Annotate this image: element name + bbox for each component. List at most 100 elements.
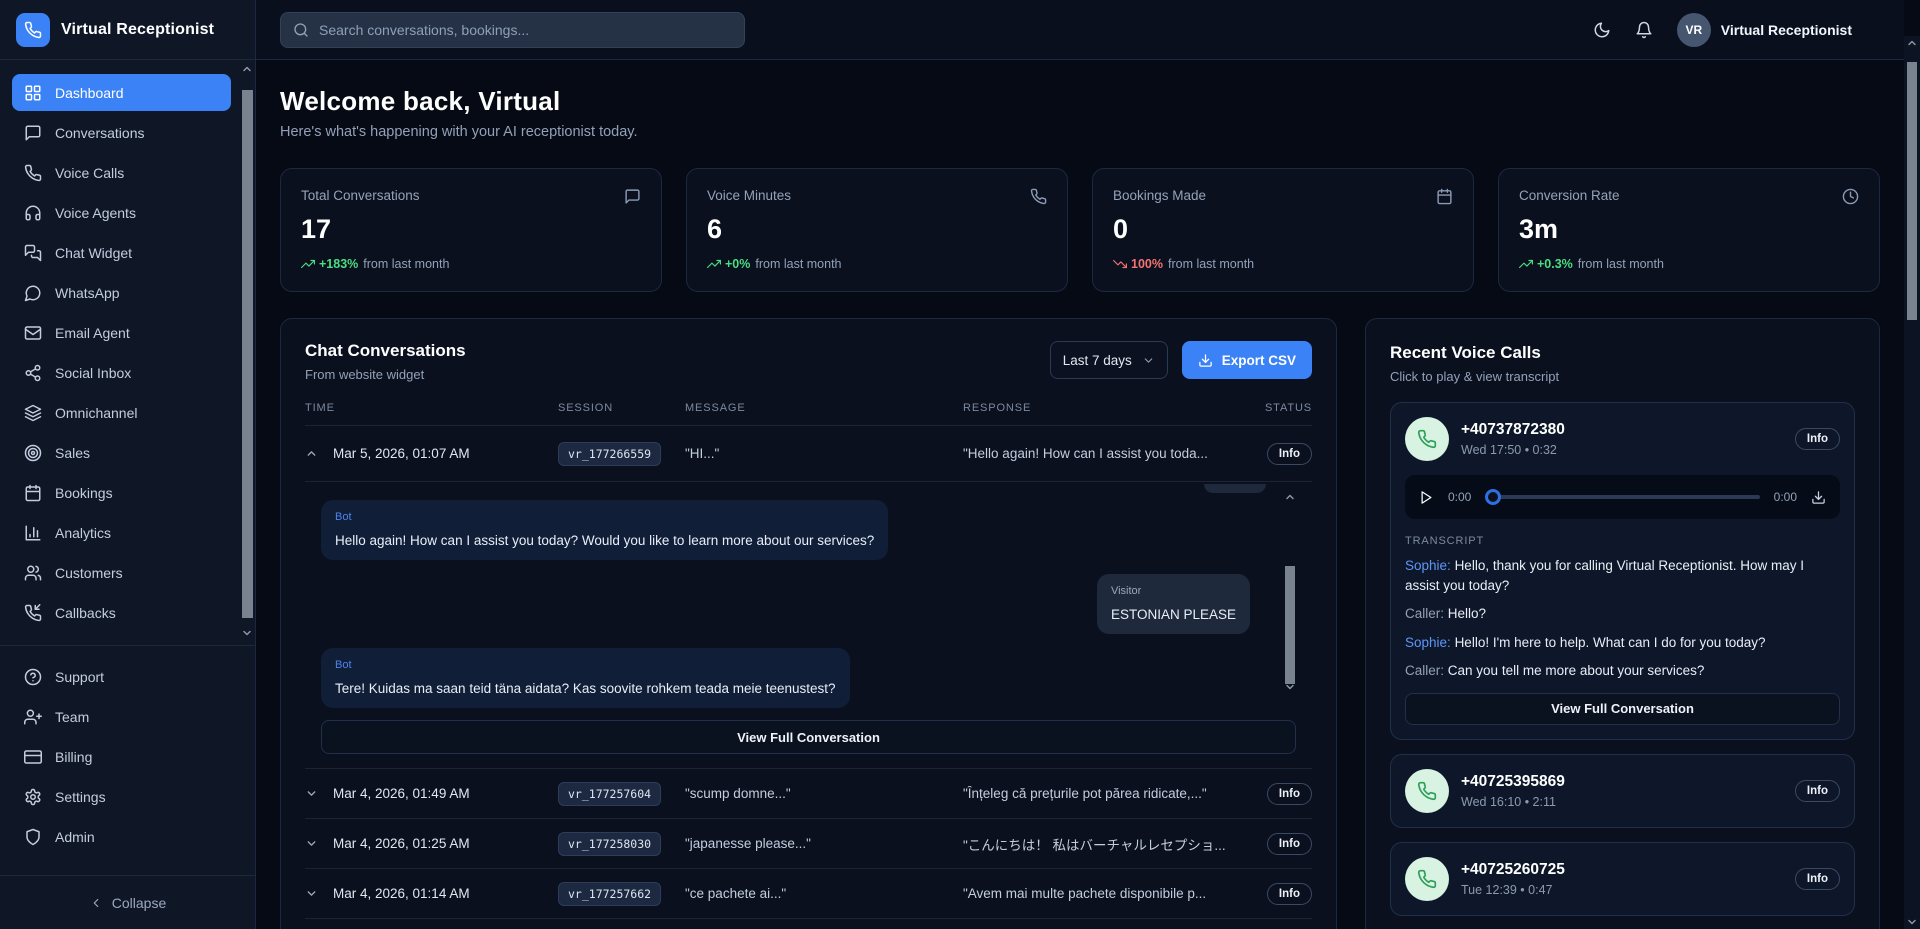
stat-delta-note: from last month: [363, 257, 449, 271]
sidebar-scroll-track[interactable]: [239, 76, 255, 626]
sidebar-item-conversations[interactable]: Conversations: [12, 114, 231, 151]
info-badge[interactable]: Info: [1795, 428, 1840, 450]
stat-value: 0: [1113, 214, 1453, 245]
sidebar-item-label: Omnichannel: [55, 405, 138, 421]
seek-track[interactable]: [1491, 495, 1759, 499]
voice-call-card[interactable]: +40725395869 Wed 16:10 • 2:11 Info: [1390, 754, 1855, 828]
sidebar-item-analytics[interactable]: Analytics: [12, 514, 231, 551]
scroll-up-icon[interactable]: [1284, 490, 1296, 504]
sidebar-item-voice-calls[interactable]: Voice Calls: [12, 154, 231, 191]
conversation-scroll-track[interactable]: [1282, 504, 1298, 680]
elapsed-time: 0:00: [1448, 490, 1471, 504]
export-csv-button[interactable]: Export CSV: [1182, 341, 1312, 379]
sidebar-item-bookings[interactable]: Bookings: [12, 474, 231, 511]
scroll-up-icon[interactable]: [241, 62, 253, 76]
conversation-scroll-thumb[interactable]: [1285, 566, 1295, 684]
sidebar-item-label: Voice Calls: [55, 165, 124, 181]
share-icon: [24, 364, 42, 382]
download-recording-button[interactable]: [1811, 490, 1826, 505]
previous-bubble-sliver: [1204, 484, 1266, 493]
sidebar-item-admin[interactable]: Admin: [12, 818, 231, 855]
chevron-down-icon[interactable]: [305, 887, 318, 900]
download-icon: [1811, 490, 1826, 505]
row-message: "japanesse please...": [685, 836, 963, 851]
call-number: +40725260725: [1461, 861, 1565, 878]
info-badge[interactable]: Info: [1267, 833, 1312, 855]
sidebar-item-callbacks[interactable]: Callbacks: [12, 594, 231, 631]
sidebar-scroll-thumb[interactable]: [242, 90, 253, 618]
calendar-icon: [1436, 188, 1453, 205]
search-box: [280, 12, 745, 48]
voice-call-card[interactable]: +40725260725 Tue 12:39 • 0:47 Info: [1390, 842, 1855, 916]
row-message: "scump domne...": [685, 786, 963, 801]
info-badge[interactable]: Info: [1267, 783, 1312, 805]
sidebar-item-sales[interactable]: Sales: [12, 434, 231, 471]
info-badge[interactable]: Info: [1795, 780, 1840, 802]
table-row-partial[interactable]: [305, 919, 1312, 929]
conversation-scrollbar[interactable]: [1282, 490, 1298, 694]
sidebar-item-social-inbox[interactable]: Social Inbox: [12, 354, 231, 391]
scroll-down-icon[interactable]: [1906, 915, 1918, 929]
info-badge[interactable]: Info: [1267, 443, 1312, 465]
info-badge[interactable]: Info: [1795, 868, 1840, 890]
search-input[interactable]: [319, 22, 732, 38]
sidebar-item-billing[interactable]: Billing: [12, 738, 231, 775]
stat-card-total-conversations: Total Conversations 17 +183% from last m…: [280, 168, 662, 292]
sidebar-item-email-agent[interactable]: Email Agent: [12, 314, 231, 351]
transcript-line: Sophie: Hello! I'm here to help. What ca…: [1405, 633, 1840, 653]
speaker-label: Sophie:: [1405, 558, 1451, 573]
chevron-down-icon[interactable]: [305, 787, 318, 800]
voice-call-card[interactable]: +40737872380 Wed 17:50 • 0:32 Info 0:00: [1390, 402, 1855, 740]
table-header: TIME SESSION MESSAGE RESPONSE STATUS: [305, 382, 1312, 426]
speaker-label: Sophie:: [1405, 635, 1451, 650]
chevron-down-icon[interactable]: [305, 837, 318, 850]
expanded-conversation: Bot Hello again! How can I assist you to…: [305, 482, 1312, 769]
page-scroll-track[interactable]: [1904, 50, 1920, 915]
trend-up-icon: [1519, 257, 1533, 271]
notifications-button[interactable]: [1635, 21, 1653, 39]
sidebar-item-voice-agents[interactable]: Voice Agents: [12, 194, 231, 231]
user-menu[interactable]: VR Virtual Receptionist: [1677, 13, 1852, 47]
table-row[interactable]: Mar 4, 2026, 01:49 AM vr_177257604 "scum…: [305, 769, 1312, 819]
seek-slider[interactable]: [1485, 489, 1759, 505]
trend-down-icon: [1113, 257, 1127, 271]
sidebar-item-label: Callbacks: [55, 605, 116, 621]
sidebar-item-dashboard[interactable]: Dashboard: [12, 74, 231, 111]
gear-icon: [24, 788, 42, 806]
sidebar-item-whatsapp[interactable]: WhatsApp: [12, 274, 231, 311]
brand-header: Virtual Receptionist: [0, 0, 255, 60]
sidebar-item-support[interactable]: Support: [12, 658, 231, 695]
view-full-conversation-button[interactable]: View Full Conversation: [321, 720, 1296, 754]
play-button[interactable]: [1419, 490, 1434, 505]
sidebar-collapse-button[interactable]: Collapse: [0, 875, 255, 929]
table-row[interactable]: Mar 5, 2026, 01:07 AM vr_177266559 "HI..…: [305, 426, 1312, 482]
seek-handle[interactable]: [1485, 489, 1501, 505]
dashboard-content: Welcome back, Virtual Here's what's happ…: [256, 60, 1904, 929]
table-row[interactable]: Mar 4, 2026, 01:14 AM vr_177257662 "ce p…: [305, 869, 1312, 919]
sidebar-item-label: Settings: [55, 789, 106, 805]
page-scrollbar[interactable]: [1904, 36, 1920, 929]
help-circle-icon: [24, 668, 42, 686]
sidebar-item-label: Conversations: [55, 125, 145, 141]
call-meta: Wed 17:50 • 0:32: [1461, 443, 1565, 457]
sidebar-item-omnichannel[interactable]: Omnichannel: [12, 394, 231, 431]
sidebar-item-customers[interactable]: Customers: [12, 554, 231, 591]
dark-mode-toggle[interactable]: [1593, 21, 1611, 39]
sidebar-item-chat-widget[interactable]: Chat Widget: [12, 234, 231, 271]
user-plus-icon: [24, 708, 42, 726]
sidebar-scrollbar[interactable]: [239, 62, 255, 640]
recent-voice-calls-panel: Recent Voice Calls Click to play & view …: [1365, 318, 1880, 929]
message-square-icon: [624, 188, 641, 205]
scroll-down-icon[interactable]: [241, 626, 253, 640]
scroll-up-icon[interactable]: [1906, 36, 1918, 50]
sidebar-item-settings[interactable]: Settings: [12, 778, 231, 815]
view-full-conversation-button[interactable]: View Full Conversation: [1405, 693, 1840, 725]
sidebar-item-team[interactable]: Team: [12, 698, 231, 735]
stat-value: 3m: [1519, 214, 1859, 245]
page-scroll-thumb[interactable]: [1907, 62, 1917, 320]
date-range-select[interactable]: Last 7 days: [1050, 341, 1168, 379]
sidebar-item-label: Team: [55, 709, 89, 725]
chevron-up-icon[interactable]: [305, 447, 318, 460]
table-row[interactable]: Mar 4, 2026, 01:25 AM vr_177258030 "japa…: [305, 819, 1312, 869]
info-badge[interactable]: Info: [1267, 883, 1312, 905]
